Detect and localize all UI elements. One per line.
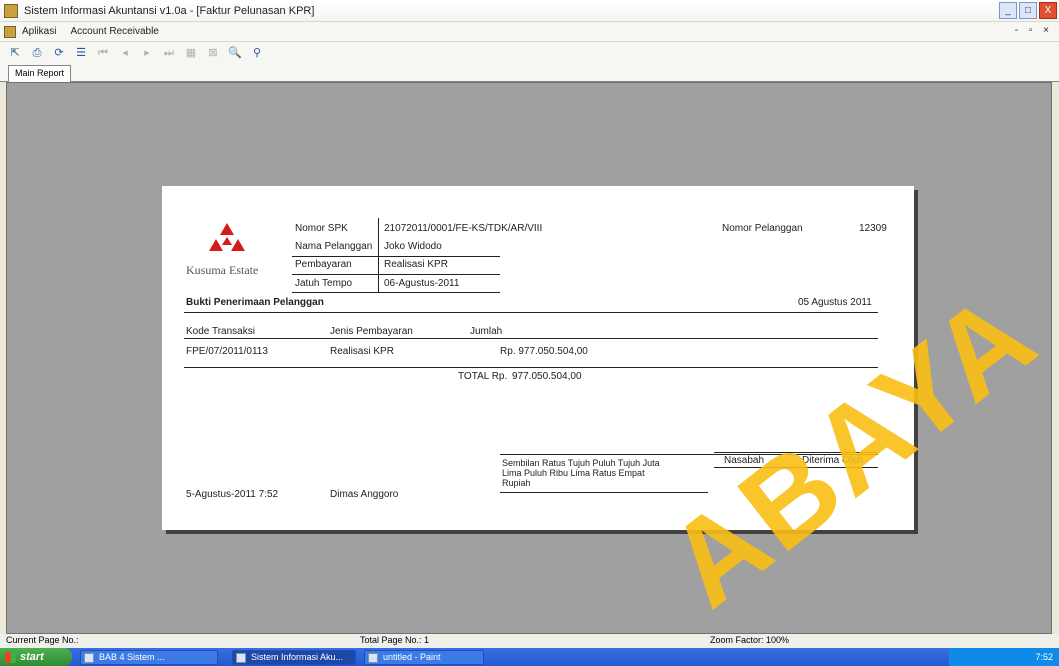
menu-aplikasi[interactable]: Aplikasi — [22, 26, 56, 37]
window-title: Sistem Informasi Akuntansi v1.0a - [Fakt… — [24, 4, 315, 17]
total-value: 977.050.504,00 — [512, 371, 582, 382]
search-icon[interactable]: 🔍 — [228, 46, 242, 60]
task-paint-label: untitled - Paint — [383, 652, 441, 662]
signature-diterima-oleh: Diterima Oleh — [802, 455, 864, 466]
nama-pelanggan-value: Joko Widodo — [384, 241, 442, 252]
maximize-button[interactable]: □ — [1019, 2, 1037, 19]
col-header-jenis: Jenis Pembayaran — [330, 326, 413, 337]
print-icon[interactable]: ⎙ — [30, 46, 44, 60]
terbilang-line-1: Sembilan Ratus Tujuh Puluh Tujuh Juta — [502, 458, 660, 468]
company-logo-text: Kusuma Estate — [186, 263, 259, 277]
signature-nasabah: Nasabah — [724, 455, 765, 466]
row-kode: FPE/07/2011/0113 — [186, 346, 268, 357]
nomor-spk-value: 21072011/0001/FE-KS/TDK/AR/VIII — [384, 223, 543, 234]
terbilang-line-2: Lima Puluh Ribu Lima Ratus Empat — [502, 468, 645, 478]
app-task-icon — [236, 653, 246, 663]
zoom-icon[interactable]: ⚲ — [250, 46, 264, 60]
total-label: TOTAL Rp. — [458, 371, 508, 382]
row-jenis: Realisasi KPR — [330, 346, 394, 357]
window-controls: _ □ X — [999, 2, 1057, 19]
status-bar: Current Page No.: Total Page No.: 1 Zoom… — [0, 634, 1059, 648]
terbilang-line-3: Rupiah — [502, 478, 531, 488]
task-sia[interactable]: Sistem Informasi Aku... — [232, 650, 356, 665]
printed-user: Dimas Anggoro — [330, 489, 399, 500]
start-button[interactable]: start — [0, 648, 72, 666]
jatuh-tempo-value: 06-Agustus-2011 — [384, 278, 460, 289]
close-button[interactable]: X — [1039, 2, 1057, 19]
jatuh-tempo-label: Jatuh Tempo — [295, 278, 353, 289]
col-header-jumlah: Jumlah — [470, 326, 503, 337]
refresh-icon[interactable]: ⟳ — [52, 46, 66, 60]
col-header-kode: Kode Transaksi — [186, 326, 255, 337]
report-toolbar: ⇱ ⎙ ⟳ ☰ ⏮ ◂ ▸ ⏭ ▦ ⊠ 🔍 ⚲ — [0, 42, 1059, 64]
task-paint[interactable]: untitled - Paint — [364, 650, 484, 665]
first-page-icon[interactable]: ⏮ — [96, 46, 110, 60]
row-jumlah: Rp. 977.050.504,00 — [500, 346, 588, 357]
report-page: Kusuma Estate Nomor SPK 21072011/0001/FE… — [162, 186, 914, 530]
tray-time: 7:52 — [1035, 652, 1053, 662]
report-date: 05 Agustus 2011 — [798, 297, 872, 308]
export-icon[interactable]: ⇱ — [8, 46, 22, 60]
nomor-spk-label: Nomor SPK — [295, 223, 348, 234]
minimize-button[interactable]: _ — [999, 2, 1017, 19]
company-logo-icon — [209, 223, 245, 251]
current-page-status: Current Page No.: — [6, 635, 79, 645]
printed-timestamp: 5-Agustus-2011 7:52 — [186, 489, 279, 500]
prev-page-icon[interactable]: ◂ — [118, 46, 132, 60]
nomor-pelanggan-value: 12309 — [859, 223, 887, 234]
task-word-label: BAB 4 Sistem ... — [99, 652, 165, 662]
tab-main-report[interactable]: Main Report — [8, 65, 72, 82]
mdi-window-controls[interactable]: - ▫ × — [1015, 25, 1053, 36]
app-icon — [4, 3, 18, 18]
windows-flag-icon — [5, 652, 16, 663]
title-bar: Sistem Informasi Akuntansi v1.0a - [Fakt… — [0, 0, 1059, 22]
total-page-status: Total Page No.: 1 — [360, 635, 430, 645]
next-page-icon[interactable]: ▸ — [140, 46, 154, 60]
word-icon — [84, 653, 94, 663]
task-word[interactable]: BAB 4 Sistem ... — [80, 650, 218, 665]
mdi-app-icon[interactable] — [4, 25, 16, 38]
start-label: start — [20, 651, 44, 663]
tab-strip: Main Report — [0, 64, 1059, 82]
menu-bar: Aplikasi Account Receivable - ▫ × — [0, 22, 1059, 42]
pembayaran-label: Pembayaran — [295, 259, 352, 270]
paint-icon — [368, 653, 378, 663]
task-sia-label: Sistem Informasi Aku... — [251, 652, 344, 662]
last-page-icon[interactable]: ⏭ — [162, 46, 176, 60]
nama-pelanggan-label: Nama Pelanggan — [295, 241, 373, 252]
goto-page-icon[interactable]: ▦ — [184, 46, 198, 60]
close-view-icon[interactable]: ⊠ — [206, 46, 220, 60]
nomor-pelanggan-label: Nomor Pelanggan — [722, 223, 803, 234]
system-tray: 7:52 — [949, 648, 1059, 666]
section-title: Bukti Penerimaan Pelanggan — [186, 297, 324, 308]
zoom-status: Zoom Factor: 100% — [710, 635, 790, 645]
menu-account-receivable[interactable]: Account Receivable — [70, 26, 158, 37]
pembayaran-value: Realisasi KPR — [384, 259, 448, 270]
group-tree-icon[interactable]: ☰ — [74, 46, 88, 60]
taskbar: start BAB 4 Sistem ... Sistem Informasi … — [0, 648, 1059, 666]
